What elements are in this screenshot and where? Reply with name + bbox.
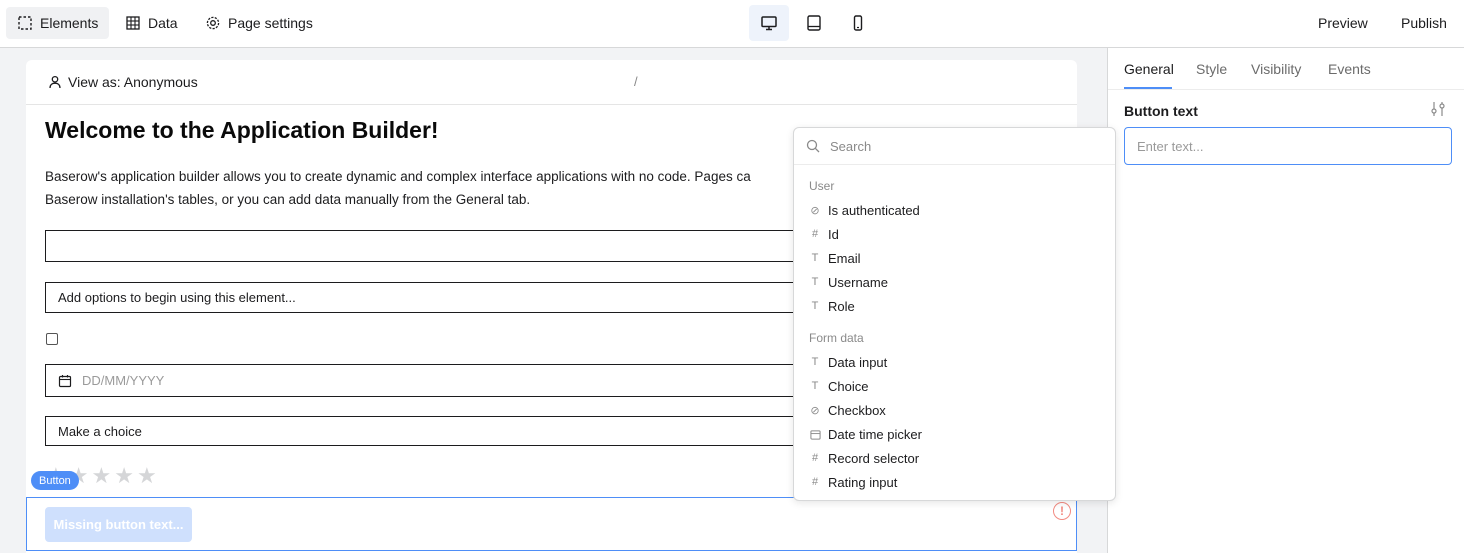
choice-placeholder: Add options to begin using this element.… bbox=[58, 290, 296, 305]
select-placeholder: Make a choice bbox=[58, 423, 142, 439]
gear-icon bbox=[206, 16, 220, 30]
tab-events[interactable]: Events bbox=[1328, 61, 1371, 77]
checkbox-element[interactable] bbox=[46, 333, 58, 345]
publish-button[interactable]: Publish bbox=[1401, 7, 1447, 39]
element-type-tag: Button bbox=[31, 471, 79, 490]
page-settings-button[interactable]: Page settings bbox=[194, 7, 324, 39]
tablet-icon bbox=[807, 15, 821, 31]
desktop-icon bbox=[761, 16, 777, 31]
view-as-bar[interactable]: View as: Anonymous bbox=[26, 60, 1077, 105]
user-icon bbox=[49, 75, 61, 89]
text-icon: T bbox=[811, 356, 819, 368]
check-circle-icon: ⊘ bbox=[810, 404, 820, 417]
tab-visibility[interactable]: Visibility bbox=[1251, 61, 1301, 77]
list-item-label: Is authenticated bbox=[828, 202, 920, 218]
dropdown-search-input[interactable] bbox=[830, 138, 1090, 154]
text-icon: T bbox=[811, 300, 819, 312]
button-text-input[interactable] bbox=[1124, 127, 1452, 165]
data-button[interactable]: Data bbox=[114, 7, 189, 39]
date-placeholder: DD/MM/YYYY bbox=[82, 373, 165, 388]
star-icon[interactable]: ★ bbox=[114, 465, 134, 487]
check-circle-icon: ⊘ bbox=[810, 204, 820, 217]
list-item[interactable]: T Username bbox=[809, 271, 1099, 293]
button-element-selected[interactable]: Missing button text... bbox=[26, 497, 1077, 551]
list-item-label: Username bbox=[828, 274, 888, 290]
calendar-icon bbox=[809, 429, 821, 440]
data-explorer-dropdown: User ⊘ Is authenticated # Id T Email T Usern… bbox=[793, 127, 1116, 501]
page-heading[interactable]: Welcome to the Application Builder! bbox=[45, 117, 439, 144]
element-settings-panel: General Style Visibility Events Button t… bbox=[1107, 48, 1464, 553]
list-item[interactable]: T Data input bbox=[809, 351, 1099, 373]
list-item-label: Checkbox bbox=[828, 402, 886, 418]
table-icon bbox=[126, 16, 140, 30]
list-item[interactable]: T Role bbox=[809, 295, 1099, 317]
list-item[interactable]: # Record selector bbox=[809, 447, 1099, 469]
hash-icon: # bbox=[811, 452, 819, 464]
list-item[interactable]: T Choice bbox=[809, 375, 1099, 397]
group-label-form-data: Form data bbox=[809, 331, 864, 345]
calendar-icon bbox=[58, 374, 72, 387]
hash-icon: # bbox=[811, 476, 819, 488]
list-item-label: Id bbox=[828, 226, 839, 242]
preview-button[interactable]: Preview bbox=[1318, 7, 1368, 39]
tab-general[interactable]: General bbox=[1124, 61, 1174, 77]
list-item[interactable]: ⊘ Is authenticated bbox=[809, 199, 1099, 221]
list-item[interactable]: # Id bbox=[809, 223, 1099, 245]
elements-button[interactable]: Elements bbox=[6, 7, 110, 39]
view-as-label: View as: Anonymous bbox=[68, 74, 198, 90]
tab-style[interactable]: Style bbox=[1196, 61, 1227, 77]
missing-button[interactable]: Missing button text... bbox=[45, 507, 192, 542]
text-icon: T bbox=[811, 276, 819, 288]
text-icon: T bbox=[811, 252, 819, 264]
group-label-user: User bbox=[809, 179, 835, 193]
tablet-view-button[interactable] bbox=[794, 5, 834, 41]
elements-label: Elements bbox=[40, 15, 99, 31]
hash-icon: # bbox=[811, 228, 819, 240]
list-item[interactable]: Date time picker bbox=[809, 423, 1099, 445]
data-label: Data bbox=[148, 15, 178, 31]
list-item[interactable]: T Email bbox=[809, 247, 1099, 269]
list-item-label: Record selector bbox=[828, 450, 920, 466]
list-item[interactable]: # Rating input bbox=[809, 471, 1099, 493]
list-item-label: Email bbox=[828, 250, 861, 266]
star-icon[interactable]: ★ bbox=[137, 465, 157, 487]
mobile-view-button[interactable] bbox=[838, 5, 878, 41]
button-text-label: Button text bbox=[1124, 103, 1198, 119]
desktop-view-button[interactable] bbox=[749, 5, 789, 41]
settings-tabs: General Style Visibility Events bbox=[1108, 48, 1464, 90]
list-item-label: Choice bbox=[828, 378, 869, 394]
list-item-label: Date time picker bbox=[828, 426, 922, 442]
list-item-label: Rating input bbox=[828, 474, 898, 490]
page-settings-label: Page settings bbox=[228, 15, 313, 31]
list-item-label: Data input bbox=[828, 354, 888, 370]
list-item-label: Role bbox=[828, 298, 855, 314]
text-icon: T bbox=[811, 380, 819, 392]
search-icon bbox=[806, 139, 820, 153]
active-tab-underline bbox=[1124, 87, 1172, 89]
star-icon[interactable]: ★ bbox=[91, 465, 111, 487]
sliders-icon[interactable] bbox=[1429, 100, 1447, 118]
list-item[interactable]: ⊘ Checkbox bbox=[809, 399, 1099, 421]
top-bar: Elements Data Page settings Preview Publ… bbox=[0, 0, 1464, 48]
elements-icon bbox=[18, 16, 32, 30]
path-separator: / bbox=[634, 74, 638, 89]
dropdown-search bbox=[794, 128, 1115, 165]
mobile-icon bbox=[853, 15, 863, 31]
warning-icon[interactable]: ! bbox=[1053, 502, 1071, 520]
